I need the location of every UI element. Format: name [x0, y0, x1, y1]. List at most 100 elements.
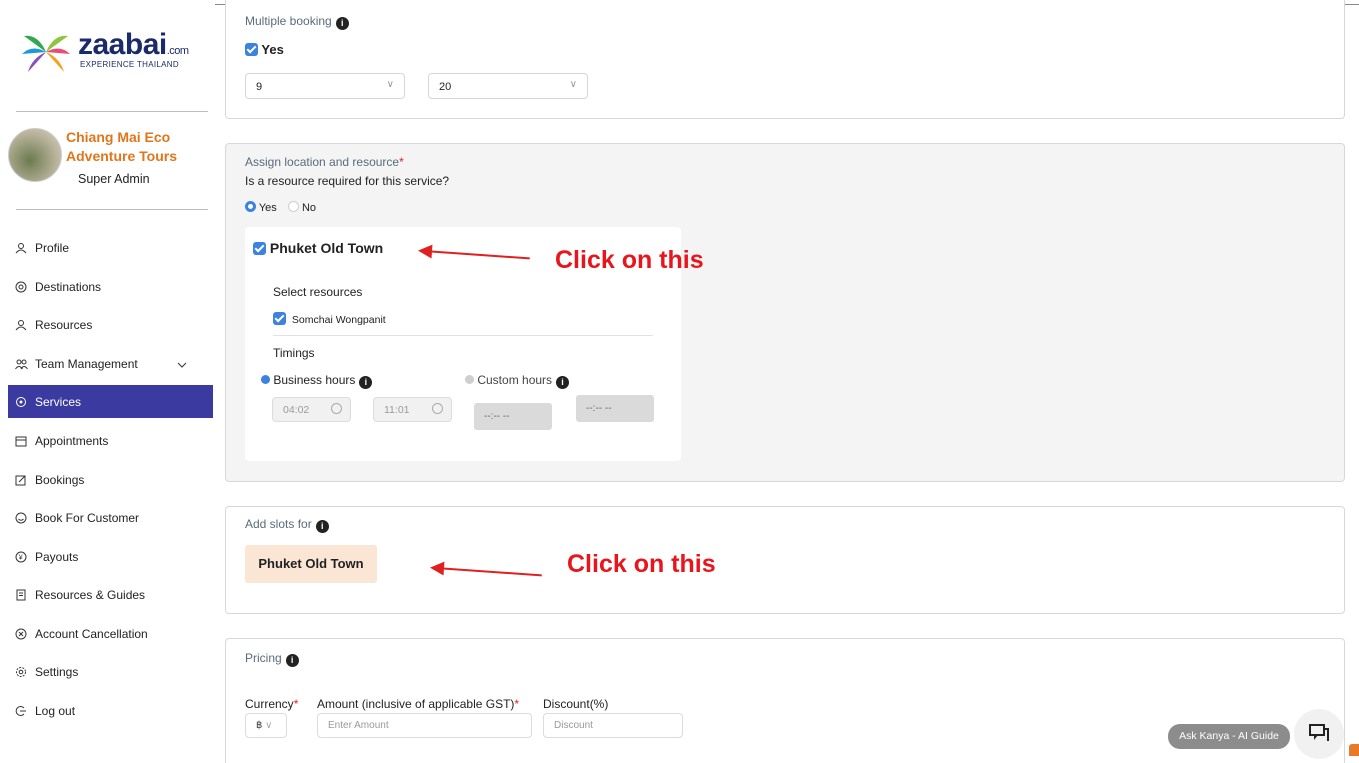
annotation-callout-2: Click on this — [567, 550, 716, 578]
sidebar-item-label: Services — [35, 394, 82, 409]
info-icon[interactable]: i — [285, 654, 299, 667]
close-circle-icon — [14, 627, 28, 641]
divider — [16, 209, 208, 210]
checkbox-checked-icon[interactable] — [245, 43, 258, 56]
clock-icon — [331, 403, 342, 414]
assign-location-label: Assign location and resource* — [245, 155, 404, 169]
sidebar-item-resources[interactable]: Resources — [8, 306, 215, 345]
divider — [16, 111, 208, 112]
sidebar-item-resources-guides[interactable]: Resources & Guides — [8, 576, 215, 615]
chevron-down-icon: ∨ — [386, 79, 394, 90]
location-icon — [14, 280, 28, 294]
checkbox-checked-icon[interactable] — [273, 312, 286, 325]
resource-checkbox[interactable]: Somchai Wongpanit — [273, 312, 386, 326]
ai-guide-button[interactable]: Ask Kanya - AI Guide — [1168, 724, 1290, 749]
radio-no[interactable]: No — [287, 201, 316, 214]
info-icon[interactable]: i — [335, 17, 349, 30]
multiple-booking-card: Multiple booking i Yes 9 ∨ 20 ∨ — [225, 0, 1345, 119]
calendar-icon — [14, 434, 28, 448]
chat-launcher[interactable] — [1294, 709, 1344, 759]
custom-hours-end[interactable]: --:-- -- — [576, 395, 654, 422]
multiple-booking-checkbox[interactable]: Yes — [245, 42, 284, 57]
business-hours-end[interactable]: 11:01 — [373, 397, 452, 422]
smile-icon — [14, 511, 28, 525]
radio-yes[interactable]: Yes — [245, 201, 277, 214]
location-checkbox-phuket-old-town[interactable]: Phuket Old Town — [253, 240, 383, 256]
team-icon — [14, 357, 28, 371]
sidebar-item-account-cancellation[interactable]: Account Cancellation — [8, 615, 215, 654]
amount-label: Amount (inclusive of applicable GST)* — [317, 697, 520, 711]
sidebar-item-label: Bookings — [35, 472, 85, 487]
sidebar-item-label: Account Cancellation — [35, 626, 148, 641]
svg-text:¥: ¥ — [19, 554, 23, 561]
sidebar-item-bookings[interactable]: Bookings — [8, 461, 215, 500]
assign-location-card: Assign location and resource* Is a resou… — [225, 143, 1345, 482]
logo: zaabai.com EXPERIENCE THAILAND — [18, 24, 208, 84]
logo-wordmark: zaabai.com — [78, 28, 189, 61]
checkbox-checked-icon[interactable] — [253, 242, 266, 255]
sidebar-item-label: Appointments — [35, 434, 109, 449]
discount-input[interactable]: Discount — [543, 713, 683, 738]
user-icon — [14, 241, 28, 255]
sidebar-item-label: Payouts — [35, 549, 79, 564]
add-slots-card: Add slots for i Phuket Old Town — [225, 506, 1345, 614]
sidebar: zaabai.com EXPERIENCE THAILAND Chiang Ma… — [8, 4, 215, 763]
services-icon — [14, 395, 28, 409]
sidebar-item-label: Log out — [35, 703, 76, 718]
chat-icon — [1309, 724, 1329, 741]
sidebar-item-label: Resources — [35, 318, 93, 333]
pricing-label: Pricing i — [245, 651, 299, 667]
edit-icon — [14, 473, 28, 487]
radio-empty-icon — [465, 375, 474, 384]
discount-label: Discount(%) — [543, 697, 609, 711]
logo-tagline: EXPERIENCE THAILAND — [80, 60, 179, 69]
sidebar-item-label: Resources & Guides — [35, 588, 146, 603]
sidebar-nav: Profile Destinations Resources Team Mana… — [8, 229, 215, 730]
user-role: Super Admin — [78, 172, 150, 186]
info-icon[interactable]: i — [315, 520, 329, 533]
sidebar-item-appointments[interactable]: Appointments — [8, 422, 215, 461]
sidebar-item-book-for-customer[interactable]: Book For Customer — [8, 499, 215, 538]
sidebar-item-settings[interactable]: Settings — [8, 653, 215, 692]
slot-location-button[interactable]: Phuket Old Town — [245, 545, 377, 583]
sidebar-item-profile[interactable]: Profile — [8, 229, 215, 268]
sidebar-item-label: Settings — [35, 665, 79, 680]
resource-question: Is a resource required for this service? — [245, 174, 450, 188]
logout-icon — [14, 704, 28, 718]
sidebar-item-payouts[interactable]: ¥ Payouts — [8, 538, 215, 577]
amount-input[interactable]: Enter Amount — [317, 713, 532, 738]
business-hours-option[interactable]: Business hours i — [261, 373, 373, 389]
sidebar-item-team-management[interactable]: Team Management — [8, 345, 215, 384]
currency-label: Currency* — [245, 697, 299, 711]
business-hours-start[interactable]: 04:02 — [272, 397, 351, 422]
resource-required-radio-group: Yes No — [245, 201, 316, 214]
sidebar-item-label: Book For Customer — [35, 511, 140, 526]
currency-select[interactable]: ฿ ∨ — [245, 713, 287, 738]
coin-icon: ¥ — [14, 550, 28, 564]
sidebar-item-label: Team Management — [35, 356, 138, 371]
sidebar-item-destinations[interactable]: Destinations — [8, 268, 215, 307]
sidebar-item-services[interactable]: Services — [8, 385, 213, 418]
annotation-callout-1: Click on this — [555, 246, 704, 274]
sidebar-item-label: Destinations — [35, 279, 102, 294]
multiple-booking-select-2[interactable]: 20 ∨ — [428, 73, 588, 99]
info-icon[interactable]: i — [556, 376, 570, 389]
radio-empty-icon — [287, 201, 299, 212]
multiple-booking-select-1[interactable]: 9 ∨ — [245, 73, 405, 99]
divider — [273, 335, 653, 336]
custom-hours-option[interactable]: Custom hours i — [465, 373, 570, 389]
notification-badge — [1349, 744, 1359, 756]
business-name: Chiang Mai Eco Adventure Tours — [66, 129, 177, 164]
sidebar-item-label: Profile — [35, 241, 70, 256]
multiple-booking-label: Multiple booking i — [245, 14, 349, 30]
chevron-down-icon: ∨ — [569, 79, 577, 90]
avatar — [8, 128, 62, 182]
clock-icon — [432, 403, 443, 414]
custom-hours-start[interactable]: --:-- -- — [474, 403, 552, 430]
chevron-down-icon[interactable] — [177, 357, 187, 371]
select-resources-label: Select resources — [273, 285, 363, 299]
sidebar-item-log-out[interactable]: Log out — [8, 692, 215, 731]
user-icon — [14, 318, 28, 332]
radio-selected-icon — [245, 201, 256, 212]
info-icon[interactable]: i — [359, 376, 373, 389]
